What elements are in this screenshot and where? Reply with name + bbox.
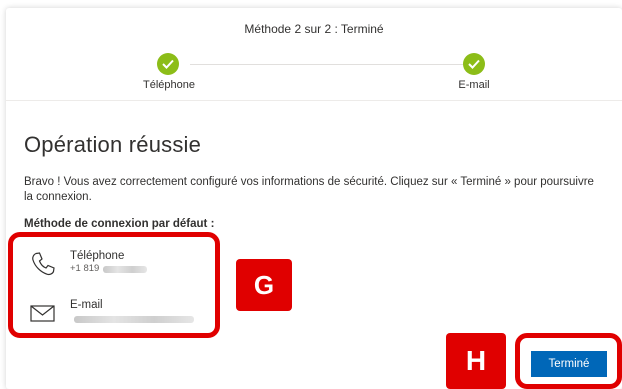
page-title: Opération réussie <box>24 132 202 157</box>
annotation-g-tag: G <box>236 259 292 311</box>
annotation-h-tag: H <box>446 333 506 389</box>
progress-line <box>190 64 480 65</box>
step-2-check-icon <box>463 53 485 75</box>
step-1-check-icon <box>157 53 179 75</box>
header-divider <box>6 100 622 101</box>
success-description: Bravo ! Vous avez correctement configuré… <box>24 176 594 203</box>
step-title: Méthode 2 sur 2 : Terminé <box>244 22 384 36</box>
annotation-g-frame <box>8 232 220 338</box>
default-method-title: Méthode de connexion par défaut : <box>24 218 215 230</box>
step-label-phone: Téléphone <box>143 79 195 91</box>
done-button[interactable]: Terminé <box>531 351 607 377</box>
step-label-email: E-mail <box>458 79 490 91</box>
